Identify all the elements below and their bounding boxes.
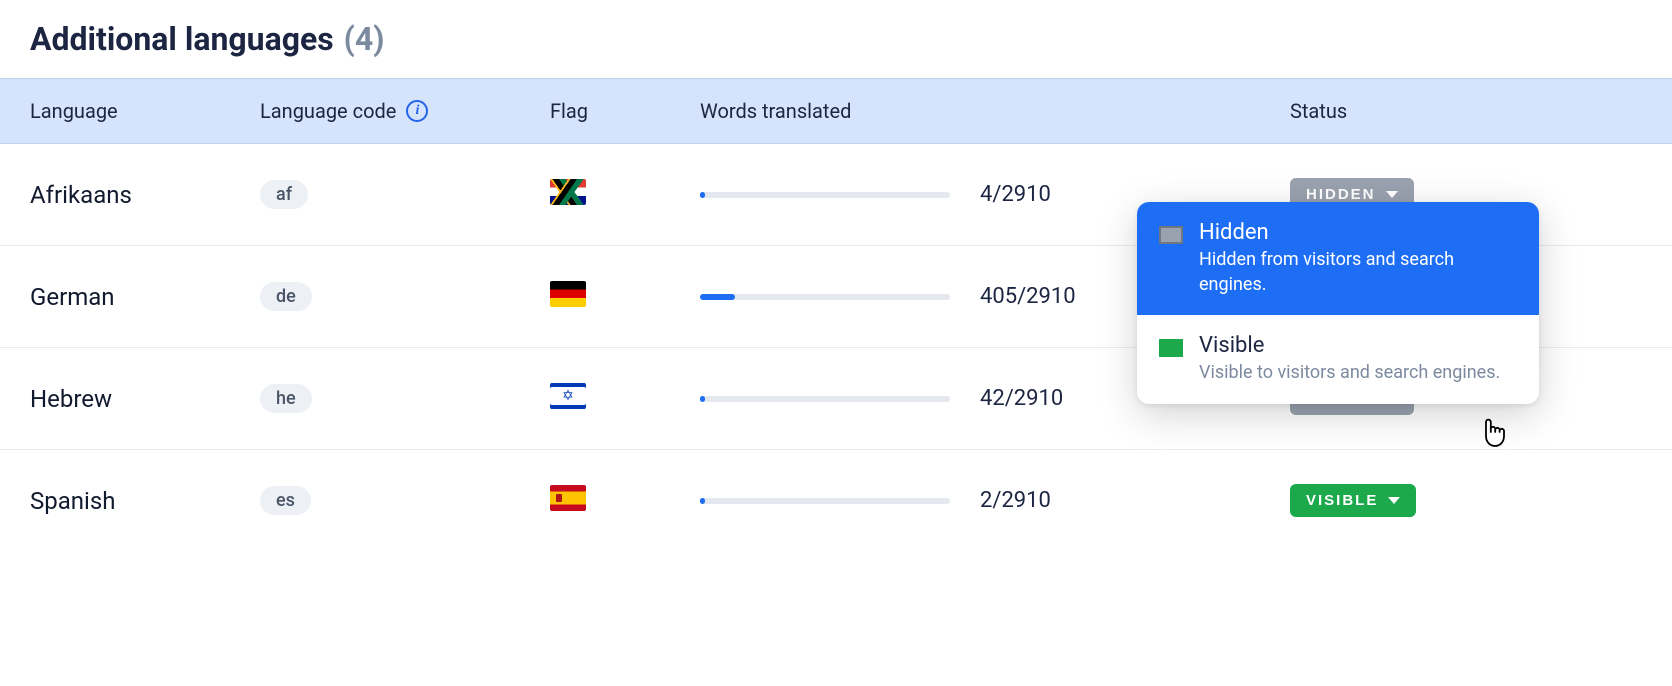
chevron-down-icon [1386,191,1398,198]
flag-icon [550,383,586,409]
section-title: Additional languages (4) [0,20,1672,78]
hidden-swatch-icon [1159,226,1183,244]
language-name: Spanish [30,487,260,515]
col-language: Language [30,99,260,123]
col-status: Status [1290,99,1642,123]
status-cell: VISIBLE [1290,484,1642,517]
progress-bar [700,192,950,198]
option-visible-title: Visible [1199,333,1517,358]
language-name: Afrikaans [30,181,260,209]
language-code-pill: es [260,486,311,515]
title-text: Additional languages [30,20,334,58]
flag-cell [550,281,700,313]
flag-icon [550,179,586,205]
flag-cell [550,383,700,415]
language-code-cell: es [260,486,550,515]
status-button[interactable]: VISIBLE [1290,484,1416,517]
col-code: Language code i [260,99,550,123]
col-flag: Flag [550,99,700,123]
status-dropdown: Hidden Hidden from visitors and search e… [1137,202,1539,404]
flag-cell [550,179,700,211]
words-cell: 2/2910 [700,488,1290,513]
words-count: 42/2910 [980,386,1063,411]
language-code-cell: af [260,180,550,209]
language-code-pill: af [260,180,308,209]
language-code-pill: de [260,282,312,311]
col-words: Words translated [700,99,1290,123]
status-option-hidden[interactable]: Hidden Hidden from visitors and search e… [1137,202,1539,315]
option-hidden-desc: Hidden from visitors and search engines. [1199,247,1517,297]
words-count: 2/2910 [980,488,1051,513]
col-code-label: Language code [260,99,396,123]
words-count: 405/2910 [980,284,1076,309]
progress-bar [700,498,950,504]
title-count: (4) [344,20,385,58]
status-label: VISIBLE [1306,492,1378,509]
chevron-down-icon [1388,497,1400,504]
language-name: German [30,283,260,311]
language-code-pill: he [260,384,312,413]
info-icon[interactable]: i [406,100,428,122]
option-visible-desc: Visible to visitors and search engines. [1199,360,1517,385]
flag-icon [550,281,586,307]
language-code-cell: he [260,384,550,413]
flag-cell [550,485,700,517]
flag-icon [550,485,586,511]
status-option-visible[interactable]: Visible Visible to visitors and search e… [1137,315,1539,403]
language-name: Hebrew [30,385,260,413]
words-count: 4/2910 [980,182,1051,207]
progress-bar [700,294,950,300]
table-row: Spanishes 2/2910 VISIBLE [0,450,1672,551]
progress-bar [700,396,950,402]
visible-swatch-icon [1159,339,1183,357]
option-hidden-title: Hidden [1199,220,1517,245]
status-label: HIDDEN [1306,186,1376,203]
table-header: Language Language code i Flag Words tran… [0,78,1672,144]
language-code-cell: de [260,282,550,311]
